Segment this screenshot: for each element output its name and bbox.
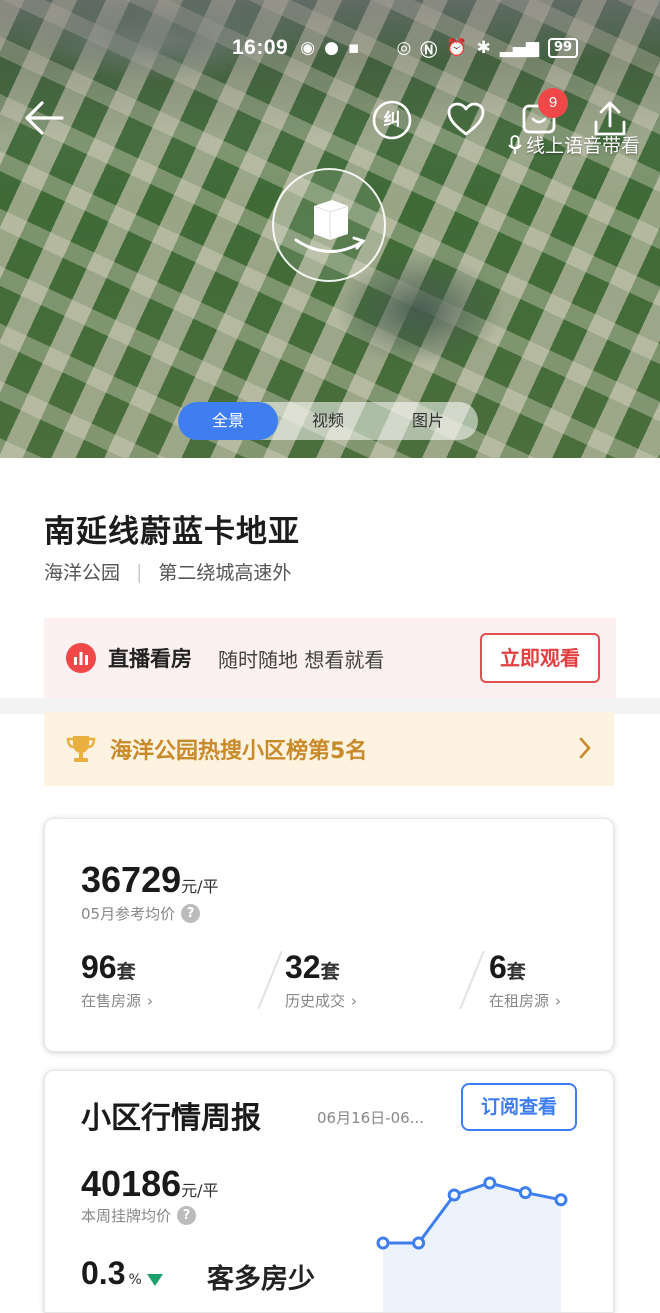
subscribe-button[interactable]: 订阅查看: [461, 1083, 577, 1131]
chevron-right-icon: ›: [555, 991, 562, 1010]
avg-price-note: 05月参考均价 ?: [81, 903, 219, 924]
status-icons: ◉ ● ▪ ◎ Ⓝ ⏰ ✱ ▂▄▆ 99: [300, 36, 579, 61]
chevron-right-icon: [579, 737, 591, 759]
stat-for-rent-value: 6: [489, 949, 507, 985]
stat-divider: [459, 950, 485, 1010]
weekly-report-card: 小区行情周报 06月16日-06... 订阅查看 40186元/平 本周挂牌均价…: [44, 1070, 614, 1313]
community-name: 南延线蔚蓝卡地亚: [44, 514, 300, 550]
listing-price-block: 40186元/平 本周挂牌均价?: [81, 1163, 219, 1226]
live-label: 直播看房: [108, 647, 192, 671]
alarm-icon: ⏰: [446, 38, 468, 58]
ring-road-label: 第二绕城高速外: [158, 562, 292, 584]
avg-price-value: 36729: [81, 859, 182, 900]
heart-icon[interactable]: [444, 98, 488, 142]
nfc-icon: Ⓝ: [420, 40, 438, 61]
weekly-date-range: 06月16日-06...: [317, 1109, 424, 1127]
help-icon[interactable]: ?: [177, 1206, 197, 1225]
subway-icon[interactable]: 纠: [370, 98, 414, 142]
down-arrow-icon: [146, 1274, 163, 1286]
stat-for-rent-label: 在租房源: [489, 992, 550, 1010]
eye-icon: ◎: [396, 38, 412, 58]
ranking-text: 海洋公园热搜小区榜第5名: [110, 739, 368, 764]
battery-icon: 99: [547, 38, 579, 58]
voice-tour-link[interactable]: 线上语音带看: [508, 131, 640, 158]
chat-icon: ●: [324, 38, 339, 58]
location-separator: |: [136, 560, 143, 583]
live-bars-icon: [66, 643, 96, 673]
chevron-right-icon: ›: [351, 991, 358, 1010]
price-change-unit: %: [128, 1272, 142, 1288]
avg-price-unit: 元/平: [181, 877, 219, 896]
tab-panorama[interactable]: 全景: [178, 402, 278, 440]
listing-stats: 96套 在售房源 › 32套 历史成交 › 6套 在租房源 ›: [81, 949, 591, 1023]
help-icon[interactable]: ?: [181, 904, 201, 923]
signal-icon: ▂▄▆: [499, 38, 539, 58]
price-card: 36729元/平 05月参考均价 ? 96套 在售房源 › 32套 历史成交 › 6…: [44, 818, 614, 1052]
avg-price-block: 36729元/平 05月参考均价 ?: [81, 859, 219, 924]
status-time: 16:09: [232, 36, 289, 59]
tab-photos[interactable]: 图片: [378, 402, 478, 440]
live-viewing-banner[interactable]: 直播看房 随时随地 想看就看 立即观看: [44, 618, 616, 698]
listing-price-value: 40186: [81, 1163, 182, 1204]
status-bar: 16:09 ◉ ● ▪ ◎ Ⓝ ⏰ ✱ ▂▄▆ 99: [232, 34, 640, 62]
bluetooth-icon: ✱: [476, 38, 491, 58]
stat-history[interactable]: 32套 历史成交 ›: [285, 949, 357, 1011]
community-location: 海洋公园 | 第二绕城高速外: [44, 558, 291, 585]
price-change-value: 0.3: [81, 1255, 126, 1291]
message-count-badge: 9: [538, 88, 568, 118]
3d-cube-icon: [294, 200, 366, 253]
avg-price-note-text: 05月参考均价: [81, 905, 176, 923]
stat-for-sale[interactable]: 96套 在售房源 ›: [81, 949, 153, 1011]
stat-history-label: 历史成交: [285, 992, 346, 1010]
stat-for-sale-label: 在售房源: [81, 992, 142, 1010]
trend-point-0: [376, 1236, 390, 1250]
stat-for-sale-value: 96: [81, 949, 117, 985]
trend-point-1: [412, 1236, 426, 1250]
stat-history-value: 32: [285, 949, 321, 985]
weekly-trend-chart: [376, 1176, 568, 1312]
trophy-icon: [66, 736, 96, 762]
trend-point-2: [447, 1188, 461, 1202]
tab-video[interactable]: 视频: [278, 402, 378, 440]
listing-price-note: 本周挂牌均价: [81, 1207, 172, 1225]
weekly-title: 小区行情周报: [81, 1101, 261, 1136]
app-icon: ▪: [347, 38, 360, 58]
listing-price-unit: 元/平: [181, 1181, 219, 1200]
trend-area: [383, 1183, 561, 1312]
trend-point-5: [554, 1193, 568, 1207]
price-change: 0.3 %: [81, 1255, 163, 1292]
market-trend-text: 客多房少: [207, 1264, 315, 1295]
notification-icon: ◉: [300, 38, 316, 58]
vr-panorama-button[interactable]: [272, 168, 386, 282]
hot-ranking-banner[interactable]: 海洋公园热搜小区榜第5名: [44, 712, 614, 786]
district-label: 海洋公园: [44, 562, 121, 584]
stat-for-rent[interactable]: 6套 在租房源 ›: [489, 949, 561, 1011]
stat-for-sale-unit: 套: [116, 961, 136, 983]
trend-point-3: [483, 1176, 497, 1190]
voice-tour-label: 线上语音带看: [526, 135, 641, 157]
subway-icon-text: 纠: [383, 110, 401, 130]
stat-divider: [257, 950, 283, 1010]
stat-for-rent-unit: 套: [506, 961, 526, 983]
back-arrow-icon[interactable]: [22, 98, 66, 138]
chevron-right-icon: ›: [147, 991, 154, 1010]
stat-history-unit: 套: [320, 961, 340, 983]
live-description: 随时随地 想看就看: [218, 647, 385, 672]
trend-point-4: [518, 1186, 532, 1200]
microphone-icon: [508, 134, 522, 154]
media-tabs: 全景 视频 图片: [178, 402, 478, 440]
watch-now-button[interactable]: 立即观看: [480, 633, 600, 683]
